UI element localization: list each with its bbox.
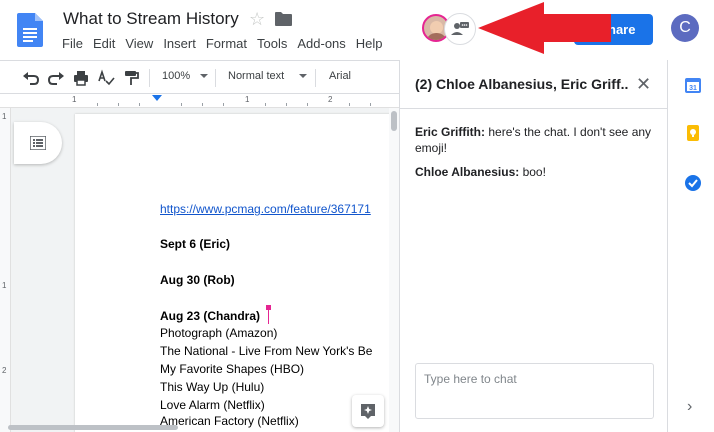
- ruler-tick: [370, 103, 371, 106]
- horizontal-ruler[interactable]: 1 1 2: [0, 94, 399, 108]
- vertical-ruler[interactable]: 1 1 2: [0, 108, 11, 432]
- chat-author: Chloe Albanesius:: [415, 165, 520, 179]
- zoom-select[interactable]: 100%: [162, 70, 190, 82]
- docs-logo-icon[interactable]: [17, 13, 43, 47]
- menu-tools[interactable]: Tools: [257, 36, 287, 51]
- document-outline-button[interactable]: [14, 122, 62, 164]
- toolbar-separator: [215, 69, 216, 87]
- menu-file[interactable]: File: [62, 36, 83, 51]
- keep-icon[interactable]: [684, 124, 702, 142]
- ruler-tick: [202, 103, 203, 106]
- doc-line[interactable]: My Favorite Shapes (HBO): [160, 362, 304, 376]
- document-title[interactable]: What to Stream History: [63, 9, 239, 29]
- menu-insert[interactable]: Insert: [163, 36, 196, 51]
- ruler-tick: [181, 103, 182, 106]
- ruler-tick: [349, 103, 350, 106]
- menu-format[interactable]: Format: [206, 36, 247, 51]
- ruler-tick: [97, 103, 98, 106]
- chevron-right-icon[interactable]: ›: [687, 398, 692, 416]
- close-icon[interactable]: ✕: [636, 75, 651, 93]
- zoom-caret-icon[interactable]: [200, 74, 208, 78]
- chat-title: (2) Chloe Albanesius, Eric Griff...: [415, 76, 628, 92]
- undo-icon[interactable]: [22, 69, 40, 87]
- vertical-ruler-number: 1: [2, 112, 7, 121]
- ruler-number: 2: [328, 95, 333, 104]
- style-select[interactable]: Normal text: [228, 70, 284, 82]
- ruler-tick: [286, 103, 287, 106]
- chat-people-icon: [451, 22, 469, 35]
- toolbar-separator: [149, 69, 150, 87]
- ruler-number: 1: [245, 95, 250, 104]
- chat-input[interactable]: Type here to chat: [415, 363, 654, 419]
- doc-line[interactable]: This Way Up (Hulu): [160, 380, 264, 394]
- style-caret-icon[interactable]: [299, 74, 307, 78]
- menu-help[interactable]: Help: [356, 36, 383, 51]
- calendar-icon[interactable]: 31: [684, 76, 702, 94]
- toolbar-separator: [315, 69, 316, 87]
- collaborator-cursor: [268, 309, 269, 324]
- explore-button[interactable]: [352, 395, 384, 427]
- document-canvas: 1 1 2 https://www.pcmag.com/feature/3671…: [0, 108, 399, 432]
- article-link[interactable]: https://www.pcmag.com/feature/367171: [160, 202, 371, 216]
- annotation-arrow: [478, 2, 611, 54]
- chat-panel: (2) Chloe Albanesius, Eric Griff... ✕ Er…: [399, 60, 668, 432]
- doc-line[interactable]: American Factory (Netflix): [160, 414, 299, 428]
- folder-icon[interactable]: [275, 12, 292, 26]
- account-avatar[interactable]: C: [671, 14, 699, 42]
- vertical-scrollbar-thumb[interactable]: [391, 111, 397, 131]
- redo-icon[interactable]: [47, 69, 65, 87]
- spellcheck-icon[interactable]: [97, 69, 115, 87]
- doc-line[interactable]: Aug 23 (Chandra): [160, 309, 260, 323]
- show-chat-button[interactable]: [444, 13, 476, 45]
- chat-author: Eric Griffith:: [415, 125, 486, 139]
- vertical-scrollbar[interactable]: [389, 108, 399, 432]
- collaborator-cursor-flag: [266, 305, 271, 310]
- avatar-body: [426, 33, 447, 40]
- doc-link-line[interactable]: https://www.pcmag.com/feature/367171: [160, 202, 371, 216]
- svg-text:31: 31: [689, 85, 697, 92]
- ruler-track: [77, 97, 383, 105]
- share-button-label: hare: [608, 22, 636, 37]
- app-header: What to Stream History ☆ File Edit View …: [0, 0, 714, 60]
- ruler-tick: [265, 103, 266, 106]
- menu-view[interactable]: View: [125, 36, 153, 51]
- print-icon[interactable]: [72, 69, 90, 87]
- ruler-tick: [118, 103, 119, 106]
- menu-bar: File Edit View Insert Format Tools Add-o…: [62, 36, 393, 51]
- indent-marker[interactable]: [152, 95, 162, 101]
- doc-line[interactable]: The National - Live From New York's Be: [160, 344, 372, 358]
- doc-line[interactable]: Aug 30 (Rob): [160, 273, 235, 287]
- chat-text: boo!: [519, 165, 546, 179]
- ruler-tick: [139, 103, 140, 106]
- explore-icon: [361, 404, 375, 419]
- menu-edit[interactable]: Edit: [93, 36, 115, 51]
- vertical-ruler-number: 2: [2, 366, 7, 375]
- doc-line[interactable]: Photograph (Amazon): [160, 326, 277, 340]
- font-select[interactable]: Arial: [329, 70, 351, 82]
- outline-icon: [30, 136, 46, 150]
- chat-header: (2) Chloe Albanesius, Eric Griff... ✕: [400, 60, 668, 109]
- editing-toolbar: 100% Normal text Arial: [0, 60, 399, 94]
- chat-message: Chloe Albanesius: boo!: [415, 164, 655, 180]
- side-panel: 31 ›: [667, 60, 714, 432]
- paint-format-icon[interactable]: [122, 69, 140, 87]
- tasks-icon[interactable]: [684, 174, 702, 192]
- menu-addons[interactable]: Add-ons: [297, 36, 345, 51]
- ruler-number: 1: [72, 95, 77, 104]
- ruler-tick: [223, 103, 224, 106]
- vertical-ruler-number: 1: [2, 281, 7, 290]
- doc-line[interactable]: Sept 6 (Eric): [160, 237, 230, 251]
- ruler-tick: [307, 103, 308, 106]
- horizontal-scrollbar-thumb[interactable]: [8, 425, 178, 430]
- chat-message: Eric Griffith: here's the chat. I don't …: [415, 124, 655, 156]
- star-icon[interactable]: ☆: [249, 9, 265, 29]
- doc-line[interactable]: Love Alarm (Netflix): [160, 398, 265, 412]
